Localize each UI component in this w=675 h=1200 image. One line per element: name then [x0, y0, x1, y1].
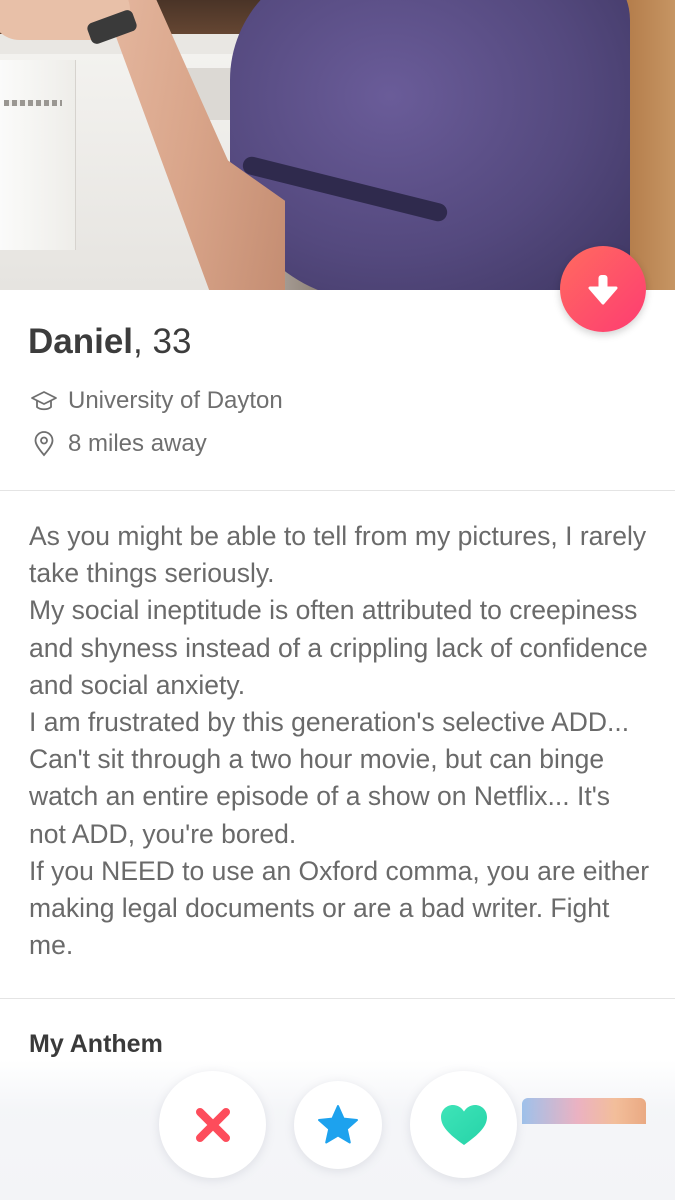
bio-line: I am frustrated by this generation's sel… — [29, 707, 630, 849]
profile-name: Daniel — [28, 322, 134, 361]
bio-line: My social ineptitude is often attributed… — [29, 595, 648, 700]
anthem-album-art[interactable] — [522, 1098, 646, 1124]
profile-age: , 33 — [133, 322, 192, 361]
photo-vent — [4, 100, 62, 106]
collapse-profile-button[interactable] — [560, 246, 646, 332]
school-row: University of Dayton — [30, 386, 283, 416]
profile-name-age: Daniel, 33 — [28, 320, 191, 364]
like-button[interactable] — [410, 1071, 517, 1178]
anthem-heading: My Anthem — [29, 1030, 163, 1058]
distance-text: 8 miles away — [68, 430, 207, 457]
graduation-cap-icon — [30, 387, 58, 415]
distance-row: 8 miles away — [30, 429, 207, 459]
location-pin-icon — [30, 430, 58, 458]
star-icon — [318, 1105, 358, 1144]
bio-line: As you might be able to tell from my pic… — [29, 521, 647, 589]
photo-shirt — [230, 0, 630, 290]
nope-button[interactable] — [159, 1071, 266, 1178]
section-divider — [0, 490, 675, 491]
bio-line: If you NEED to use an Oxford comma, you … — [29, 855, 650, 961]
school-text: University of Dayton — [68, 387, 283, 414]
profile-bio: As you might be able to tell from my pic… — [29, 518, 654, 964]
photo-dishwasher-panel — [0, 60, 76, 250]
super-like-button[interactable] — [294, 1081, 382, 1169]
section-divider — [0, 998, 675, 999]
arrow-down-icon — [588, 275, 618, 305]
profile-photo[interactable] — [0, 0, 675, 290]
heart-icon — [440, 1104, 487, 1145]
x-icon — [195, 1107, 230, 1142]
